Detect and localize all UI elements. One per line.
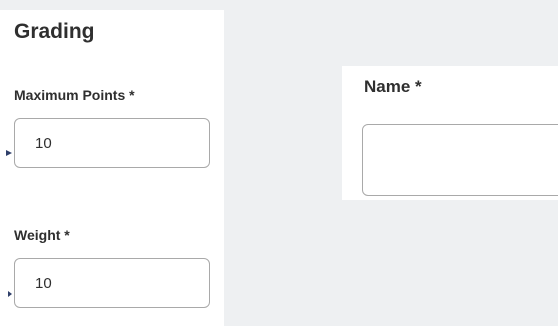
- maximum-points-input[interactable]: [15, 119, 209, 167]
- grading-panel: Grading Maximum Points * Weight *: [0, 10, 224, 326]
- caret-right-icon: [6, 150, 12, 156]
- name-panel: Name *: [342, 66, 558, 200]
- weight-input[interactable]: [15, 259, 209, 307]
- caret-right-icon: [8, 291, 12, 297]
- name-label: Name *: [364, 77, 422, 96]
- maximum-points-field[interactable]: [14, 118, 210, 168]
- weight-field[interactable]: [14, 258, 210, 308]
- weight-label: Weight *: [14, 227, 70, 243]
- maximum-points-label: Maximum Points *: [14, 87, 135, 103]
- name-input[interactable]: [363, 125, 558, 195]
- grading-title: Grading: [14, 20, 95, 43]
- name-field[interactable]: [362, 124, 558, 196]
